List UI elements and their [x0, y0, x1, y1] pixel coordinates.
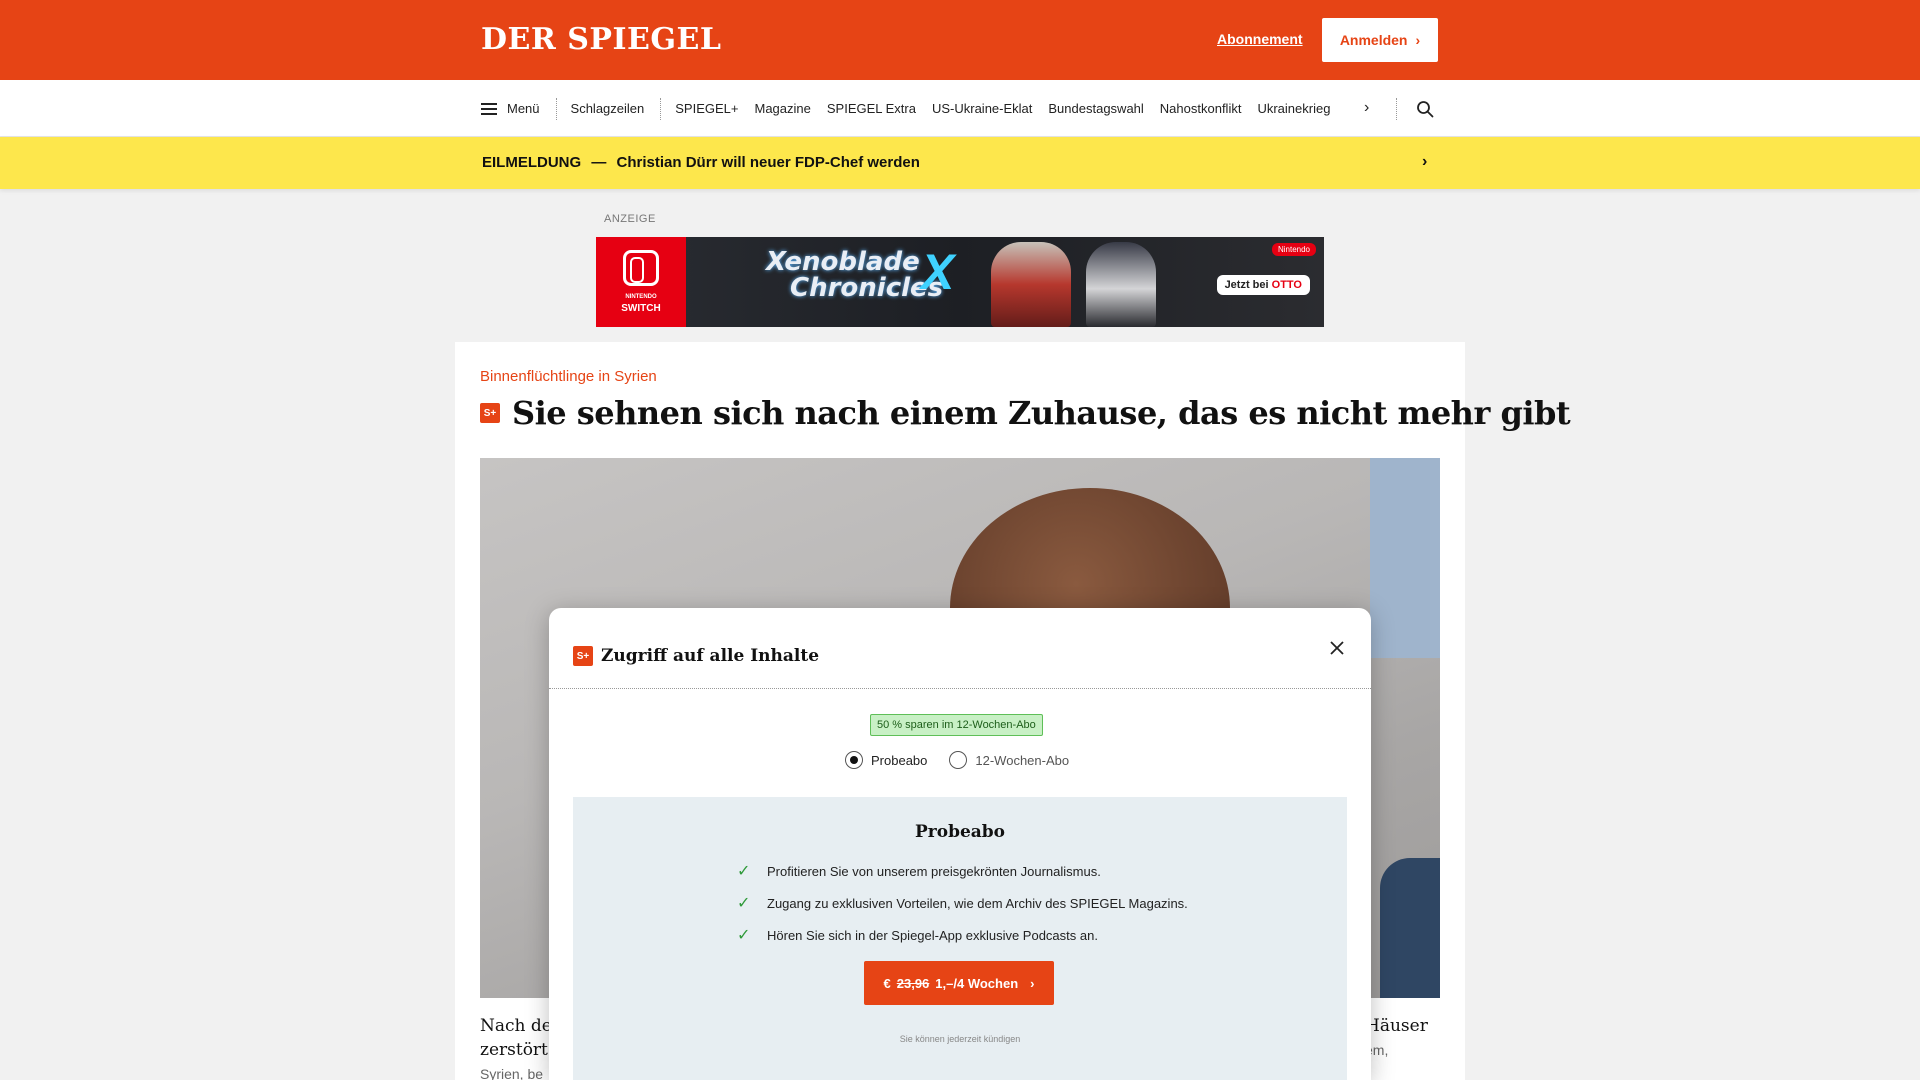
plan-title: Probeabo	[914, 822, 1006, 842]
benefit-item: ✓ Zugang zu exklusiven Vorteilen, wie de…	[737, 887, 1188, 919]
teaser-line: zerstört e	[480, 1040, 560, 1060]
benefit-text: Zugang zu exklusiven Vorteilen, wie dem …	[767, 895, 1188, 911]
cta-currency: €	[883, 975, 891, 991]
option-label: 12-Wochen-Abo	[975, 752, 1070, 768]
option-label: Probeabo	[871, 752, 928, 768]
teaser-line: Häuser	[1365, 1016, 1428, 1036]
top-header: DER SPIEGEL Abonnement Anmelden ›	[0, 0, 1920, 80]
ad-cta-prefix: Jetzt bei	[1224, 279, 1269, 291]
option-probeabo[interactable]: Probeabo	[845, 751, 927, 769]
plan-details: Probeabo ✓ Profitieren Sie von unserem p…	[573, 797, 1347, 1080]
modal-divider	[549, 688, 1371, 689]
nav-item-magazine[interactable]: Magazine	[754, 101, 810, 116]
nintendo-badge: Nintendo	[1271, 243, 1316, 256]
nav-divider	[1396, 98, 1397, 120]
ad-label: ANZEIGE	[604, 213, 656, 225]
article-headline[interactable]: S+ Sie sehnen sich nach einem Zuhause, d…	[480, 394, 1571, 432]
nav-divider	[660, 97, 662, 120]
ad-game-title: Xenoblade Chronicles	[766, 249, 943, 301]
option-12-wochen-abo[interactable]: 12-Wochen-Abo	[949, 751, 1069, 769]
nav-scroll-right-icon[interactable]: ›	[1364, 99, 1369, 117]
nav-item-spiegel-plus[interactable]: SPIEGEL+	[675, 101, 738, 116]
modal-title: Zugriff auf alle Inhalte	[601, 646, 820, 666]
hero-image-shoulder	[1380, 858, 1440, 998]
main-navigation: Menü Schlagzeilen SPIEGEL+ Magazine SPIE…	[0, 80, 1920, 137]
cta-new-price: 1,–/4 Wochen	[935, 975, 1019, 991]
chevron-right-icon[interactable]: ›	[1422, 153, 1427, 171]
article-kicker[interactable]: Binnenflüchtlinge in Syrien	[480, 368, 657, 385]
article-teaser-left: Nach der zerstört e Syrien, be	[480, 1014, 560, 1080]
breaking-news-bar[interactable]: EILMELDUNG — Christian Dürr will neuer F…	[0, 137, 1920, 189]
checkmark-icon: ✓	[737, 895, 751, 912]
ad-character-image	[991, 242, 1071, 327]
ad-character-image	[1086, 242, 1156, 327]
menu-label: Menü	[507, 101, 540, 116]
nav-item-nahostkonflikt[interactable]: Nahostkonflikt	[1160, 101, 1242, 116]
radio-checked-icon[interactable]	[845, 751, 863, 769]
nav-divider	[555, 97, 557, 120]
nav-item-schlagzeilen[interactable]: Schlagzeilen	[571, 101, 645, 116]
ad-cta[interactable]: Jetzt bei OTTO	[1216, 275, 1310, 295]
switch-icon	[623, 250, 659, 286]
menu-button[interactable]: Menü	[481, 101, 556, 116]
radio-unchecked-icon[interactable]	[949, 751, 968, 769]
hero-image-sky	[1370, 458, 1440, 658]
ad-cta-shop: OTTO	[1271, 279, 1302, 291]
spiegel-plus-icon: S+	[480, 403, 500, 423]
chevron-right-icon: ›	[1030, 975, 1035, 991]
modal-header: S+ Zugriff auf alle Inhalte	[573, 646, 819, 666]
breaking-dash: —	[591, 154, 607, 171]
benefit-text: Hören Sie sich in der Spiegel-App exklus…	[767, 927, 1098, 943]
headline-text: Sie sehnen sich nach einem Zuhause, das …	[512, 394, 1571, 432]
cta-old-price: 23,96	[896, 975, 930, 991]
ad-platform: SWITCH	[621, 303, 661, 314]
hamburger-icon	[481, 102, 497, 115]
plan-selector: Probeabo 12-Wochen-Abo	[845, 751, 1083, 769]
teaser-line: Syrien, be	[480, 1066, 544, 1080]
spiegel-logo[interactable]: DER SPIEGEL	[481, 22, 721, 57]
checkmark-icon: ✓	[737, 927, 751, 944]
ad-platform-small: NINTENDO	[625, 294, 657, 300]
breaking-label: EILMELDUNG	[482, 154, 582, 171]
subscription-link[interactable]: Abonnement	[1217, 31, 1303, 47]
paywall-modal: S+ Zugriff auf alle Inhalte 50 % sparen …	[549, 608, 1371, 1080]
checkmark-icon: ✓	[737, 863, 751, 880]
login-button[interactable]: Anmelden ›	[1322, 18, 1438, 62]
subscribe-button[interactable]: € 23,96 1,–/4 Wochen ›	[864, 961, 1054, 1005]
ad-banner[interactable]: NINTENDO SWITCH Xenoblade Chronicles X N…	[596, 237, 1324, 327]
article-teaser-right: Häuser em,	[1365, 1014, 1465, 1062]
ad-game-line1: Xenoblade	[766, 247, 920, 277]
cancel-note: Sie können jederzeit kündigen	[899, 1034, 1021, 1044]
savings-badge: 50 % sparen im 12-Wochen-Abo	[870, 714, 1043, 736]
nav-item-spiegel-extra[interactable]: SPIEGEL Extra	[827, 101, 916, 116]
login-button-label: Anmelden	[1339, 32, 1408, 48]
search-icon[interactable]	[1416, 100, 1434, 118]
spiegel-plus-icon: S+	[573, 646, 593, 666]
benefit-list: ✓ Profitieren Sie von unserem preisgekrö…	[737, 855, 1188, 951]
ad-game-mark: X	[921, 244, 955, 300]
chevron-right-icon: ›	[1415, 32, 1421, 48]
benefit-item: ✓ Hören Sie sich in der Spiegel-App exkl…	[737, 919, 1188, 951]
benefit-item: ✓ Profitieren Sie von unserem preisgekrö…	[737, 855, 1188, 887]
nav-item-ukrainekrieg[interactable]: Ukrainekrieg	[1257, 101, 1367, 116]
breaking-headline[interactable]: Christian Dürr will neuer FDP-Chef werde…	[617, 154, 920, 171]
teaser-line: Nach der	[480, 1016, 560, 1036]
nav-item-us-ukraine-eklat[interactable]: US-Ukraine-Eklat	[932, 101, 1032, 116]
benefit-text: Profitieren Sie von unserem preisgekrönt…	[767, 863, 1101, 879]
nintendo-switch-logo: NINTENDO SWITCH	[596, 237, 686, 327]
close-icon[interactable]	[1325, 636, 1349, 660]
teaser-line: em,	[1365, 1042, 1389, 1058]
nav-item-bundestagswahl[interactable]: Bundestagswahl	[1048, 101, 1143, 116]
